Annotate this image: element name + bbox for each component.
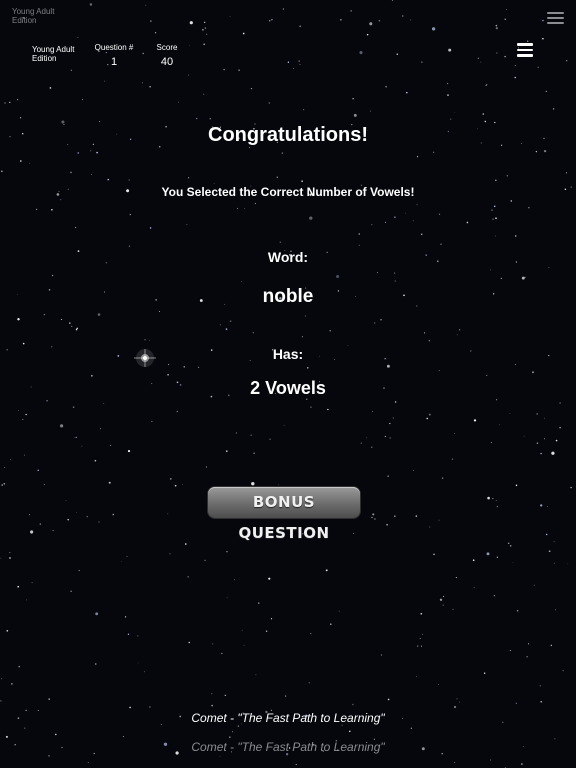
question-number: Question # 1 [90,43,138,68]
edition-label: Young Adult Edition [32,45,74,63]
vowel-count: 2 Vowels [250,378,326,398]
score-label: Score [156,43,178,52]
score: Score 40 [148,43,186,68]
score-value: 40 [160,56,174,68]
ghost-edition-line1: Young Adult [12,7,55,16]
result-message: You Selected the Correct Number of Vowel… [161,185,415,199]
word-value: noble [262,286,314,307]
question-label: Question # [94,43,134,52]
bonus-question-button[interactable]: BONUS QUESTION [208,487,360,542]
has-label: Has: [272,346,304,362]
word-label: Word: [267,249,309,265]
ghost-hamburger-menu-icon [547,12,564,24]
congratulations-title: Congratulations! [208,124,368,146]
question-value: 1 [110,56,118,68]
edition-line1: Young Adult [32,45,75,54]
ghost-edition-line2: Edition [12,16,37,25]
ghost-tagline: Comet - "The Fast Path to Learning" [191,740,385,754]
ghost-edition-label: Young Adult Edition [12,7,54,25]
hamburger-menu-icon[interactable] [517,43,533,57]
tagline: Comet - "The Fast Path to Learning" [191,711,385,725]
edition-line2: Edition [32,54,57,63]
